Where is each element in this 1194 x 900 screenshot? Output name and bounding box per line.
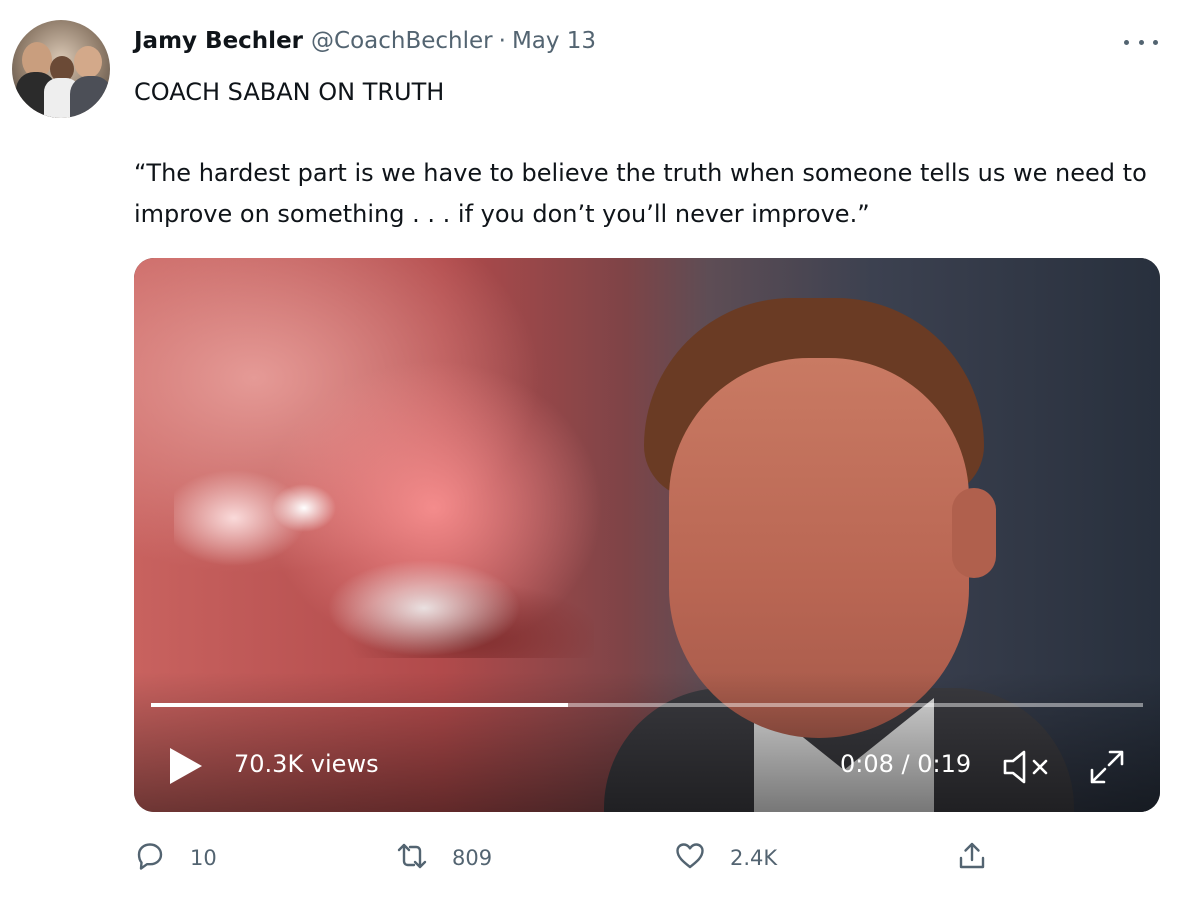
- author-handle[interactable]: @CoachBechler: [311, 28, 493, 54]
- muted-speaker-icon[interactable]: [1002, 748, 1052, 786]
- avatar[interactable]: [12, 20, 110, 118]
- retweet-icon: [396, 840, 428, 876]
- video-background-object: [174, 458, 594, 658]
- video-view-count: 70.3K views: [234, 750, 379, 778]
- tweet-date[interactable]: May 13: [512, 28, 596, 54]
- video-time: 0:08 / 0:19: [840, 750, 972, 778]
- separator: ·: [498, 28, 506, 54]
- author-name[interactable]: Jamy Bechler: [134, 28, 303, 54]
- tweet-header: Jamy Bechler @CoachBechler · May 13: [134, 28, 596, 60]
- heart-icon: [674, 840, 706, 876]
- reply-icon: [134, 840, 166, 876]
- like-button[interactable]: 2.4K: [674, 838, 777, 878]
- tweet-text-heading: COACH SABAN ON TRUTH: [134, 78, 445, 106]
- share-icon: [956, 840, 988, 876]
- like-count: 2.4K: [730, 846, 778, 870]
- more-icon[interactable]: [1124, 28, 1158, 56]
- play-icon[interactable]: [168, 746, 204, 786]
- tweet-text-quote: “The hardest part is we have to believe …: [134, 159, 1155, 228]
- fullscreen-icon[interactable]: [1086, 746, 1128, 788]
- avatar-person: [74, 46, 102, 78]
- reply-count: 10: [190, 846, 217, 870]
- video-progress-bar[interactable]: [151, 703, 1143, 707]
- retweet-button[interactable]: 809: [396, 838, 492, 878]
- reply-button[interactable]: 10: [134, 838, 217, 878]
- retweet-count: 809: [452, 846, 493, 870]
- avatar-person-body: [70, 76, 110, 118]
- video-player[interactable]: 70.3K views 0:08 / 0:19: [134, 258, 1160, 812]
- video-controls-overlay: [134, 672, 1160, 812]
- video-person-ear: [952, 488, 996, 578]
- tweet-actions: 10 809 2.4K: [134, 838, 1034, 878]
- video-progress-fill: [151, 703, 568, 707]
- share-button[interactable]: [956, 838, 988, 878]
